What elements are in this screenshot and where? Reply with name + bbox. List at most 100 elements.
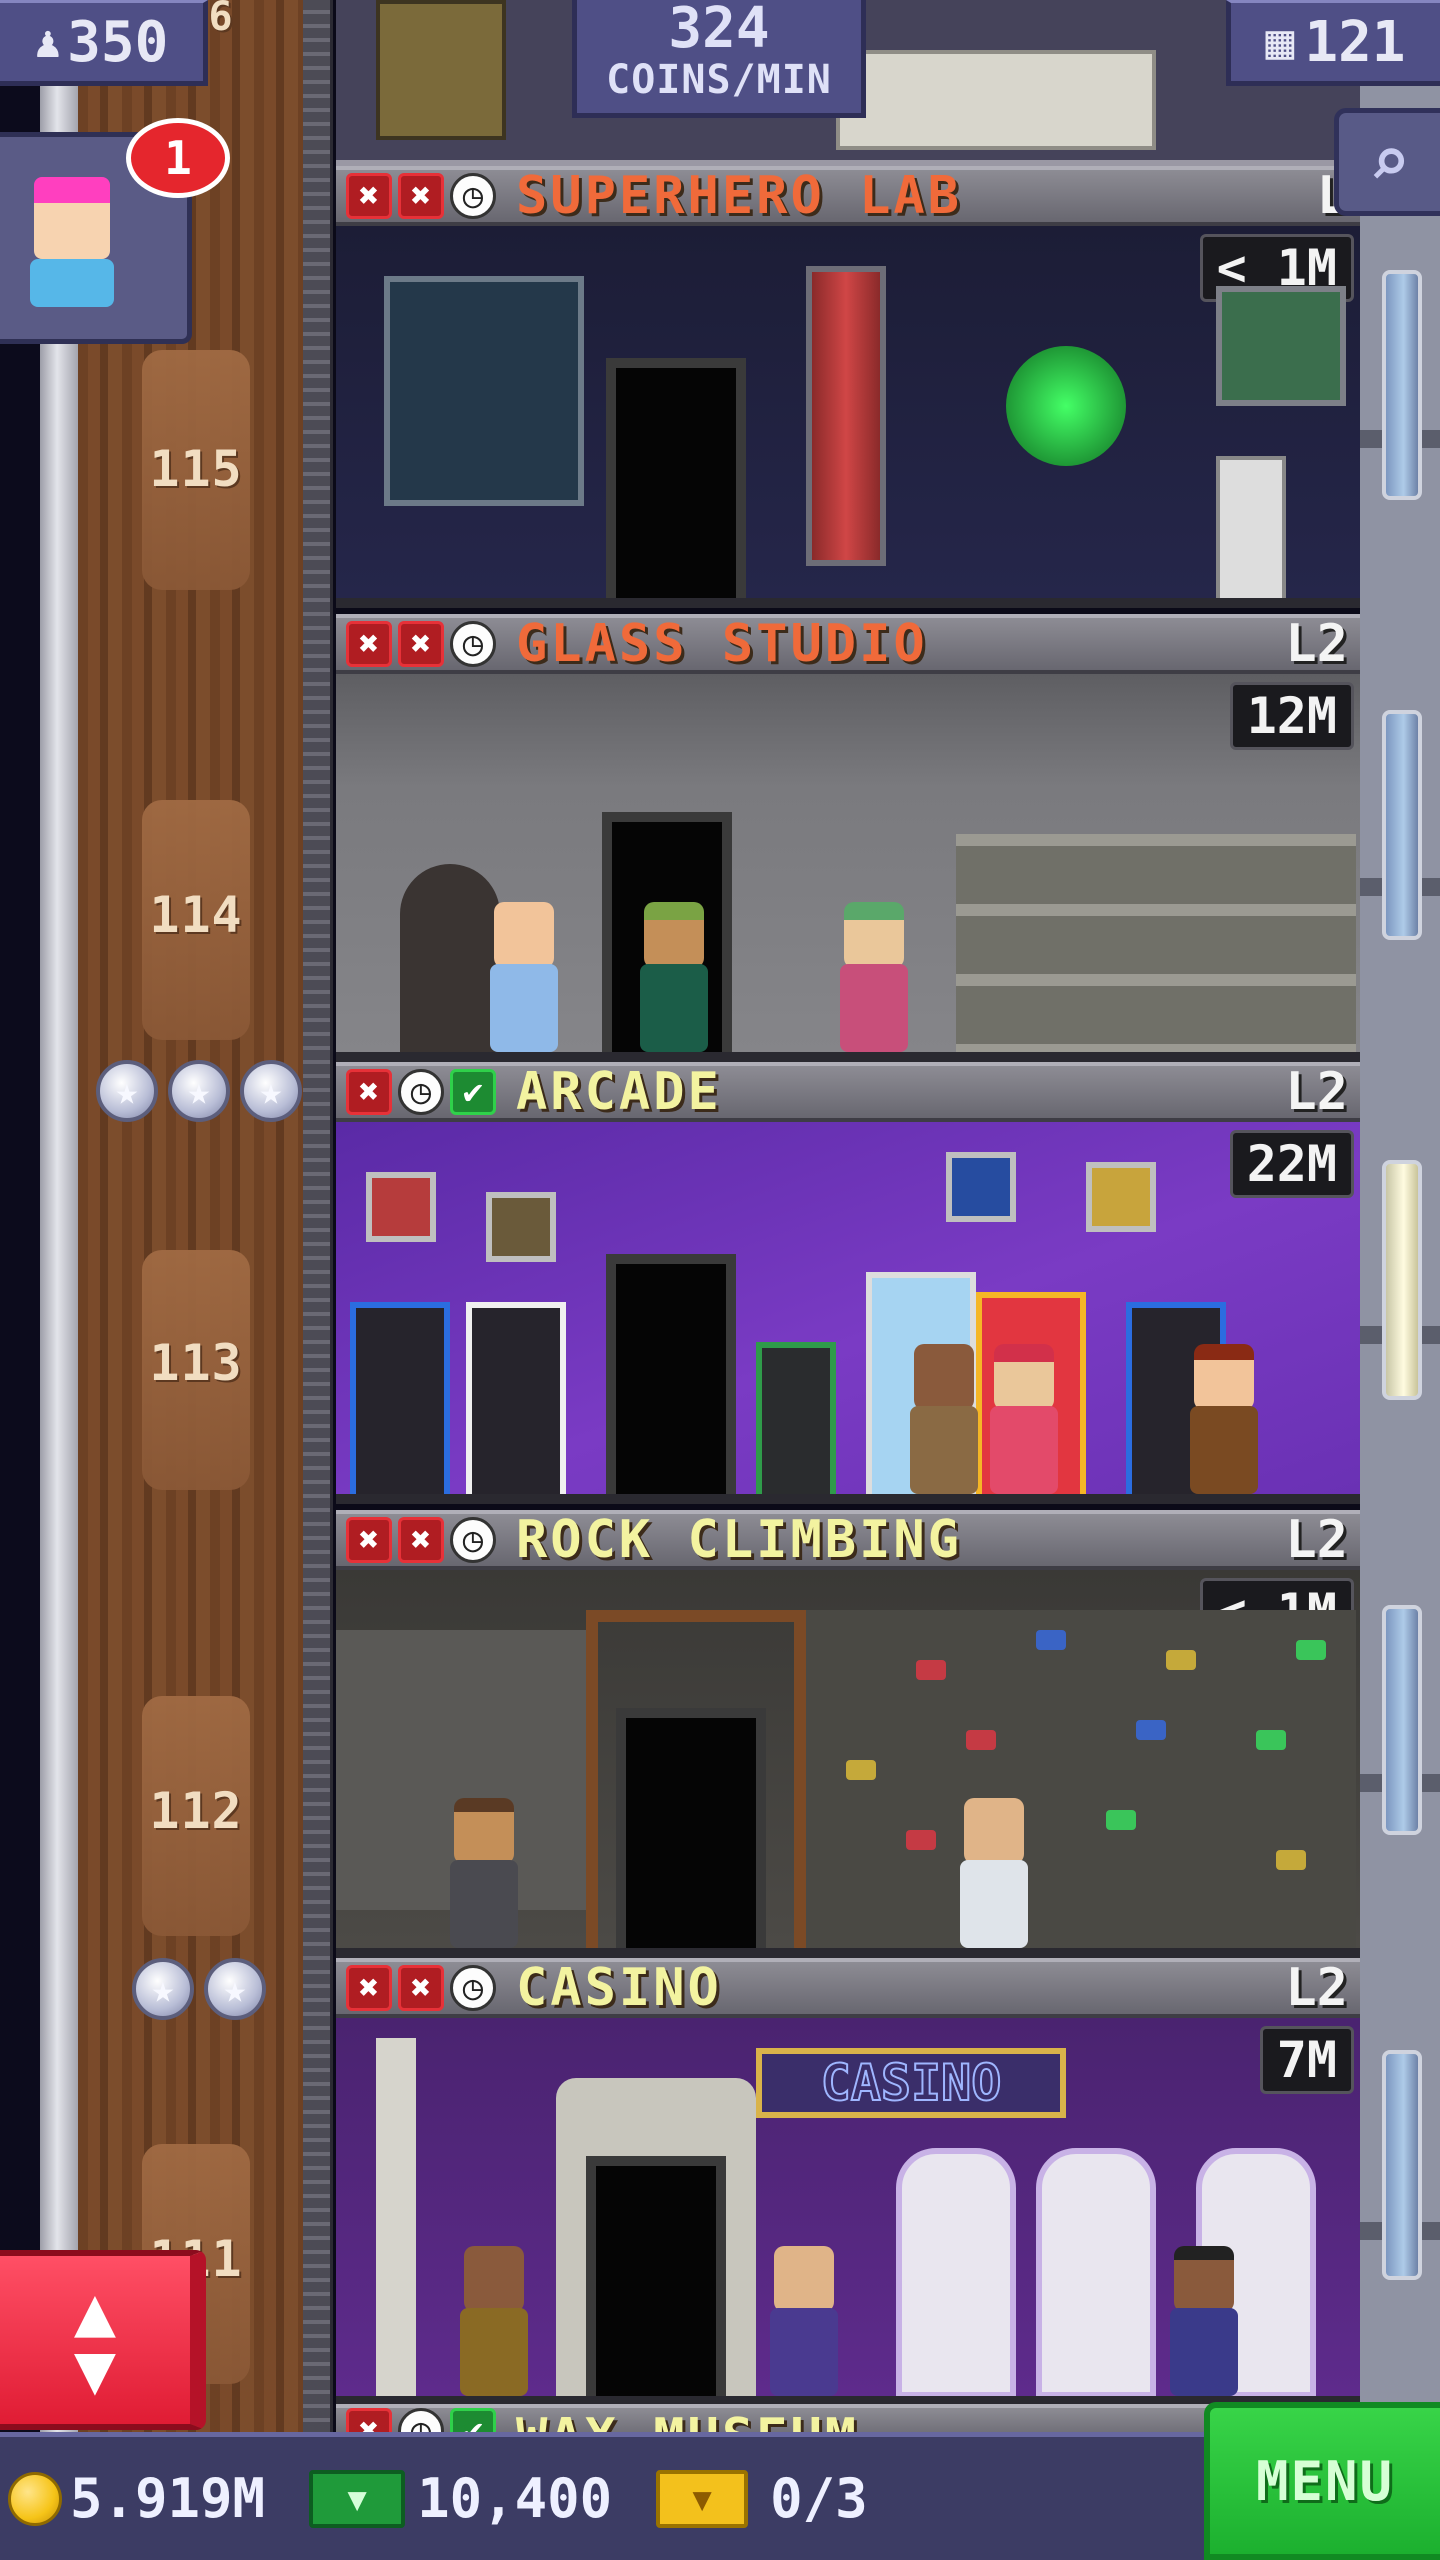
floor-level: L2 [1285, 614, 1348, 674]
floor-level: L2 [1285, 1062, 1348, 1122]
coins-per-min: 324 COINS/MIN [572, 0, 866, 118]
star-icon: ★ [96, 1060, 158, 1122]
wall-poster [366, 1172, 436, 1242]
floor-header: ✖ ✖ ◷ ROCK CLIMBING L2 [336, 1510, 1360, 1570]
window [1382, 270, 1422, 500]
bitizen[interactable] [766, 2246, 842, 2396]
coins-value: 5.919M [70, 2467, 266, 2530]
clock-icon: ◷ [450, 1517, 496, 1563]
bitizen[interactable] [906, 1344, 982, 1494]
star-icon: ★ [204, 1958, 266, 2020]
arcade-cabinet [466, 1302, 566, 1494]
wall-poster [1086, 1162, 1156, 1232]
coin-icon [8, 2471, 62, 2526]
window [1382, 1605, 1422, 1835]
stock-empty-icon: ✖ [398, 173, 444, 219]
floors-count: 121 [1304, 9, 1406, 75]
arcade-cabinet [350, 1302, 450, 1494]
door [606, 1254, 736, 1494]
search-button[interactable]: ⌕ [1334, 108, 1440, 216]
machine-prop [376, 0, 506, 140]
floor-header: ✖ ◷ ✔ ARCADE L2 [336, 1062, 1360, 1122]
change-machine [756, 1342, 836, 1494]
floor-earnings: 7M [1259, 2026, 1354, 2094]
floor-header: ✖ ✖ ◷ CASINO L2 [336, 1958, 1360, 2018]
floor-level: L2 [1285, 1958, 1348, 2018]
map-screen [1216, 286, 1346, 406]
kiln [400, 864, 500, 1052]
star-icon: ★ [168, 1060, 230, 1122]
casino-sign: CASINO [756, 2048, 1066, 2118]
mission-badge: 1 [126, 118, 230, 198]
floor-superhero-lab[interactable]: ✖ ✖ ◷ SUPERHERO LAB L < 1M [336, 166, 1360, 608]
tickets-counter[interactable]: ▼ 0/3 [656, 2467, 868, 2530]
bitizen-avatar-icon [30, 177, 114, 317]
stock-empty-icon: ✖ [398, 621, 444, 667]
floor-arcade[interactable]: ✖ ◷ ✔ ARCADE L2 22M [336, 1062, 1360, 1504]
floor-casino[interactable]: ✖ ✖ ◷ CASINO L2 7M CASINO [336, 1958, 1360, 2406]
star-icon: ★ [132, 1958, 194, 2020]
stock-empty-icon: ✖ [346, 1517, 392, 1563]
menu-button[interactable]: MENU [1204, 2402, 1440, 2560]
floor-name: CASINO [516, 1958, 722, 2018]
bitizen[interactable] [1166, 2246, 1242, 2396]
floor-name: SUPERHERO LAB [516, 166, 962, 226]
globe-hologram [1006, 346, 1126, 466]
star-icon: ★ [240, 1060, 302, 1122]
building-icon: ▦ [1265, 14, 1295, 70]
floor-earnings: 22M [1229, 1130, 1354, 1198]
pillar [376, 2038, 416, 2396]
elevator-rail [303, 0, 333, 2560]
door [616, 1708, 766, 1948]
wall-poster [486, 1192, 556, 1262]
tickets-value: 0/3 [770, 2467, 868, 2530]
elevator-button[interactable]: ▲ ▼ [0, 2250, 206, 2430]
floor-number: 112 [149, 1782, 243, 1840]
window-lit [1382, 1160, 1422, 1400]
slot-machine [1036, 2148, 1156, 2396]
population-value: 350 [67, 9, 169, 75]
room-interior: 7M CASINO [336, 2018, 1360, 2406]
bitizen[interactable] [636, 902, 712, 1052]
floor-number: 115 [149, 440, 243, 498]
bitizen[interactable] [956, 1798, 1032, 1948]
floor-rock-climbing[interactable]: ✖ ✖ ◷ ROCK CLIMBING L2 < 1M [336, 1510, 1360, 1958]
room-interior: < 1M [336, 1570, 1360, 1958]
bitizen[interactable] [986, 1344, 1062, 1494]
stock-empty-icon: ✖ [346, 1965, 392, 2011]
clock-icon: ◷ [398, 1069, 444, 1115]
bitizen[interactable] [456, 2246, 532, 2396]
bux-counter[interactable]: ▼ 10,400 [309, 2467, 612, 2530]
bitizen[interactable] [486, 902, 562, 1052]
dna-capsule [806, 266, 886, 566]
stock-empty-icon: ✖ [398, 1965, 444, 2011]
floor-glass-studio[interactable]: ✖ ✖ ◷ GLASS STUDIO L2 12M [336, 614, 1360, 1062]
elevator-cable [40, 0, 78, 2560]
star-rating: ★ ★ [132, 1958, 266, 2020]
shaft-background [0, 0, 40, 2560]
door [606, 358, 746, 598]
bitizen[interactable] [836, 902, 912, 1052]
bitizen[interactable] [1186, 1344, 1262, 1494]
floor-header: ✖ ✖ ◷ SUPERHERO LAB L [336, 166, 1360, 226]
person-up-icon: ♟ [34, 16, 62, 68]
bitizen[interactable] [446, 1798, 522, 1948]
window [1382, 710, 1422, 940]
coins-counter[interactable]: 5.919M [8, 2467, 265, 2530]
floor-name: ARCADE [516, 1062, 722, 1122]
stock-empty-icon: ✖ [346, 173, 392, 219]
room-interior: < 1M [336, 226, 1360, 608]
floor-name: GLASS STUDIO [516, 614, 928, 674]
window [1382, 2050, 1422, 2280]
population-counter[interactable]: ♟ 350 [0, 0, 208, 86]
stock-empty-icon: ✖ [398, 1517, 444, 1563]
clock-icon: ◷ [450, 1965, 496, 2011]
floor-number: 113 [149, 1334, 243, 1392]
wall-poster [946, 1152, 1016, 1222]
bux-value: 10,400 [417, 2467, 613, 2530]
clock-icon: ◷ [450, 621, 496, 667]
floors-counter[interactable]: ▦ 121 [1226, 0, 1440, 86]
blueprint-screen [384, 276, 584, 506]
star-rating: ★ ★ ★ [96, 1060, 302, 1122]
stock-empty-icon: ✖ [346, 621, 392, 667]
